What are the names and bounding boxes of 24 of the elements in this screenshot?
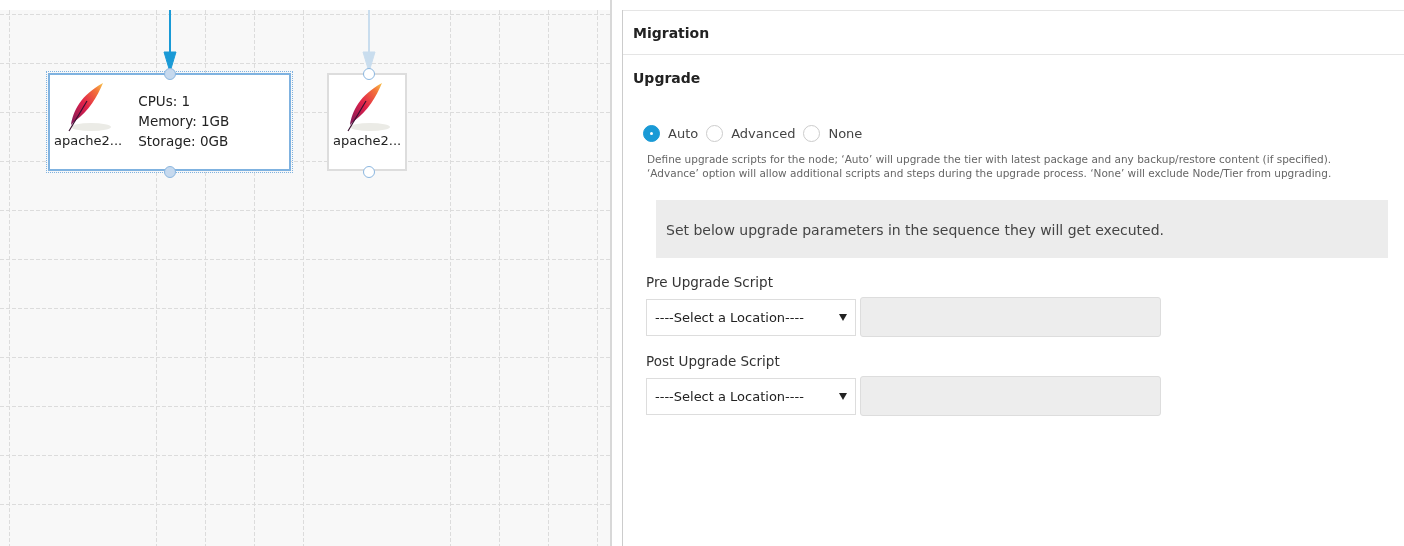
spec-text: Storage: 0GB <box>138 132 230 151</box>
radio-label[interactable]: None <box>828 126 863 141</box>
radio-label[interactable]: Auto <box>668 126 699 141</box>
node-label: apache2... <box>54 133 123 148</box>
radio-label[interactable]: Advanced <box>731 126 796 141</box>
caret-icon <box>839 393 847 400</box>
radio-button[interactable] <box>803 125 821 142</box>
caret-icon <box>839 314 847 321</box>
spec-text: CPUs: 1 <box>138 92 192 111</box>
location-dropdown[interactable]: ----Select a Location---- <box>646 299 856 336</box>
radio-button[interactable] <box>706 125 724 142</box>
section-header[interactable]: Upgrade <box>623 55 1404 103</box>
info-banner: Set below upgrade parameters in the sequence they will get executed. <box>656 200 1388 258</box>
node-card[interactable]: apache2... CPUs: 1 Memory: 1GB Storage: 0GB <box>48 73 291 171</box>
radio-button[interactable] <box>643 125 660 142</box>
node-label: apache2... <box>333 133 402 148</box>
field-label: Post Upgrade Script <box>646 353 781 369</box>
help-text: Define upgrade scripts for the node; ‘Auto’ will upgrade the tier with latest package and any backup/restore content (if specified). ‘Advance’ option will allow additional scripts and steps during the upgrade process. ‘None’ will exclude Node/Tier from upgrading. <box>647 152 1333 180</box>
section-header[interactable]: Migration <box>623 10 1404 55</box>
field-label: Pre Upgrade Script <box>646 274 774 290</box>
node-card[interactable]: apache2... <box>327 73 408 171</box>
spec-text: Memory: 1GB <box>138 112 230 131</box>
connection-handle[interactable] <box>363 68 375 80</box>
location-dropdown[interactable]: ----Select a Location---- <box>646 378 856 415</box>
